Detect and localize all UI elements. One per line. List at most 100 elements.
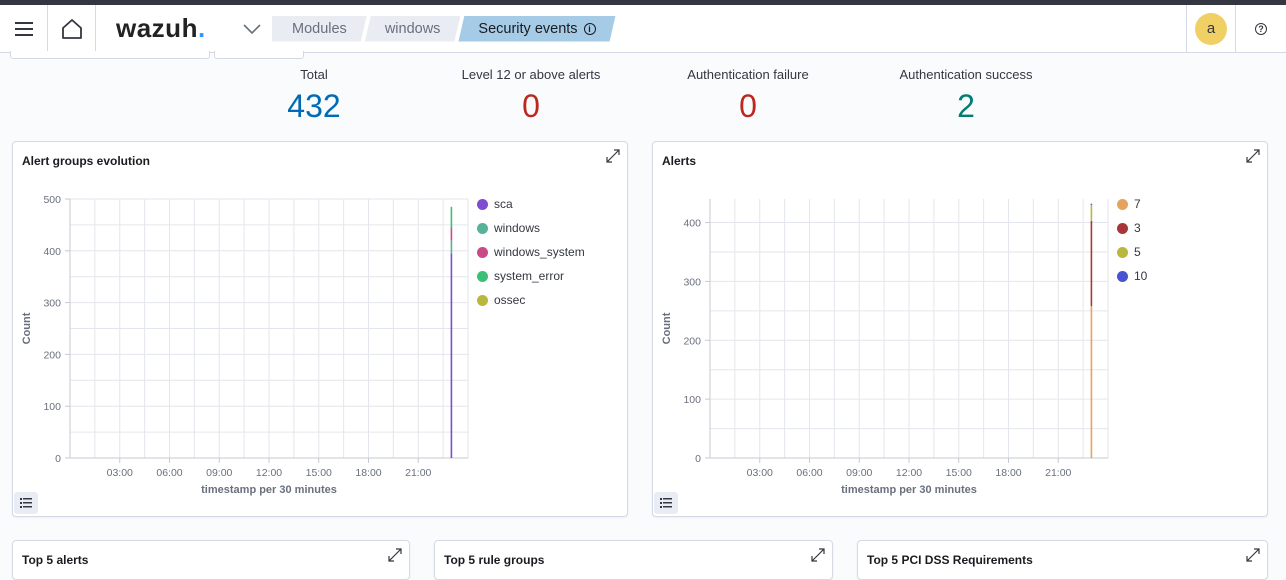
bar-segment-7[interactable]	[1090, 306, 1093, 458]
legend-item-3[interactable]: 3	[1117, 216, 1147, 240]
legend-dot	[1117, 222, 1128, 234]
top5-pci-panel: Top 5 PCI DSS Requirements	[857, 540, 1268, 580]
x-tick-label: 06:00	[796, 467, 822, 479]
bar-segment-system_error[interactable]	[450, 206, 453, 228]
breadcrumb-modules[interactable]: Modules	[272, 16, 367, 42]
hamburger-icon	[14, 21, 33, 36]
stat-level12[interactable]: Level 12 or above alerts 0	[421, 66, 641, 126]
panel-title: Top 5 alerts	[22, 553, 89, 567]
x-tick-label: 18:00	[355, 467, 381, 479]
chart-legend: sca windows windows_system system_errorosse…	[477, 192, 585, 312]
help-button[interactable]: ?	[1236, 5, 1286, 53]
bar-segment-10[interactable]	[1090, 203, 1093, 205]
y-tick-label: 400	[43, 246, 61, 258]
legend-toggle-button[interactable]	[654, 492, 678, 514]
legend-label: 3	[1134, 221, 1141, 235]
x-tick-label: 09:00	[846, 467, 872, 479]
y-tick-label: 100	[43, 401, 61, 413]
legend-label: windows	[494, 221, 541, 235]
y-axis-title: Count	[661, 312, 673, 344]
stat-label: Authentication failure	[687, 67, 809, 82]
expand-icon[interactable]	[387, 547, 403, 563]
info-icon[interactable]: i	[584, 23, 596, 35]
filter-bar-edge	[0, 51, 1286, 61]
legend-item-windows[interactable]: windows	[477, 216, 585, 240]
y-tick-label: 100	[683, 394, 701, 406]
avatar[interactable]: a	[1195, 12, 1227, 45]
y-tick-label: 200	[683, 335, 701, 347]
x-axis-title: timestamp per 30 minutes	[841, 484, 977, 496]
top5-rule-groups-panel: Top 5 rule groups	[434, 540, 833, 580]
module-menu-button[interactable]	[236, 5, 268, 53]
legend-item-7[interactable]: 7	[1117, 192, 1147, 216]
x-tick-label: 03:00	[747, 467, 773, 479]
breadcrumb-security-events[interactable]: Security events i	[458, 16, 615, 42]
stat-auth-success[interactable]: Authentication success 2	[856, 66, 1076, 126]
stat-label: Level 12 or above alerts	[461, 67, 601, 82]
legend-toggle-button[interactable]	[14, 492, 38, 514]
bar-segment-5[interactable]	[1090, 204, 1093, 221]
stat-label: Authentication success	[899, 67, 1033, 82]
legend-label: windows_system	[494, 245, 585, 259]
breadcrumb: Modules windows Security events i	[272, 16, 614, 42]
stat-auth-failure[interactable]: Authentication failure 0	[638, 66, 858, 126]
x-axis-title: timestamp per 30 minutes	[201, 484, 337, 496]
filter-control-stub[interactable]	[10, 51, 210, 59]
stat-value: 2	[957, 88, 975, 124]
legend-item-ossec[interactable]: ossec	[477, 288, 585, 312]
alert-groups-panel: Alert groups evolution 0 100 200 300 400 500 0…	[12, 141, 628, 517]
legend-dot	[1117, 198, 1128, 210]
legend-item-sca[interactable]: sca	[477, 192, 585, 216]
home-icon	[61, 18, 82, 39]
x-tick-label: 12:00	[256, 467, 282, 479]
app-header: wazuh. Modules windows Security events i…	[0, 4, 1286, 53]
legend-label: 5	[1134, 245, 1141, 259]
legend-item-windows_system[interactable]: windows_system	[477, 240, 585, 264]
bar-segment-sca[interactable]	[450, 253, 453, 458]
alerts-panel: Alerts 0 100 200 300 400 03:00 06:00 09:00 12:00…	[652, 141, 1268, 517]
x-tick-label: 21:00	[405, 467, 431, 479]
legend-label: ossec	[494, 293, 526, 307]
wazuh-logo[interactable]: wazuh.	[96, 5, 236, 53]
y-tick-label: 0	[695, 453, 701, 465]
legend-dot	[1117, 270, 1128, 282]
y-tick-label: 0	[55, 453, 61, 465]
stat-total[interactable]: Total 432	[204, 66, 424, 126]
x-tick-label: 18:00	[995, 467, 1021, 479]
legend-label: 10	[1134, 269, 1148, 283]
legend-label: sca	[494, 197, 513, 211]
filter-control-stub[interactable]	[214, 51, 304, 59]
x-tick-label: 03:00	[107, 467, 133, 479]
expand-icon[interactable]	[810, 547, 826, 563]
y-tick-label: 300	[683, 276, 701, 288]
x-tick-label: 06:00	[156, 467, 182, 479]
legend-label: 7	[1134, 197, 1141, 211]
y-tick-label: 400	[683, 218, 701, 230]
stat-value: 432	[287, 88, 341, 124]
x-tick-label: 09:00	[206, 467, 232, 479]
expand-icon[interactable]	[1245, 547, 1261, 563]
legend-dot	[477, 246, 488, 258]
breadcrumb-security-events-label: Security events	[478, 20, 578, 37]
stat-label: Total	[300, 67, 328, 82]
bar-segment-windows[interactable]	[450, 240, 453, 254]
user-menu[interactable]: a	[1186, 4, 1236, 53]
y-tick-label: 500	[43, 194, 61, 206]
home-button[interactable]	[48, 4, 96, 53]
x-tick-label: 12:00	[896, 467, 922, 479]
y-tick-label: 300	[43, 298, 61, 310]
menu-button[interactable]	[0, 4, 48, 53]
bar-segment-3[interactable]	[1090, 220, 1093, 307]
legend-item-5[interactable]: 5	[1117, 240, 1147, 264]
legend-dot	[1117, 246, 1128, 258]
legend-item-system_error[interactable]: system_error	[477, 264, 585, 288]
legend-item-10[interactable]: 10	[1117, 264, 1147, 288]
breadcrumb-windows[interactable]: windows	[365, 16, 461, 42]
list-icon	[660, 498, 672, 508]
top5-alerts-panel: Top 5 alerts	[12, 540, 410, 580]
panel-title: Top 5 PCI DSS Requirements	[867, 553, 1033, 567]
bar-segment-windows_system[interactable]	[450, 227, 453, 241]
x-tick-label: 15:00	[306, 467, 332, 479]
stat-value: 0	[522, 88, 540, 124]
y-tick-label: 200	[43, 349, 61, 361]
